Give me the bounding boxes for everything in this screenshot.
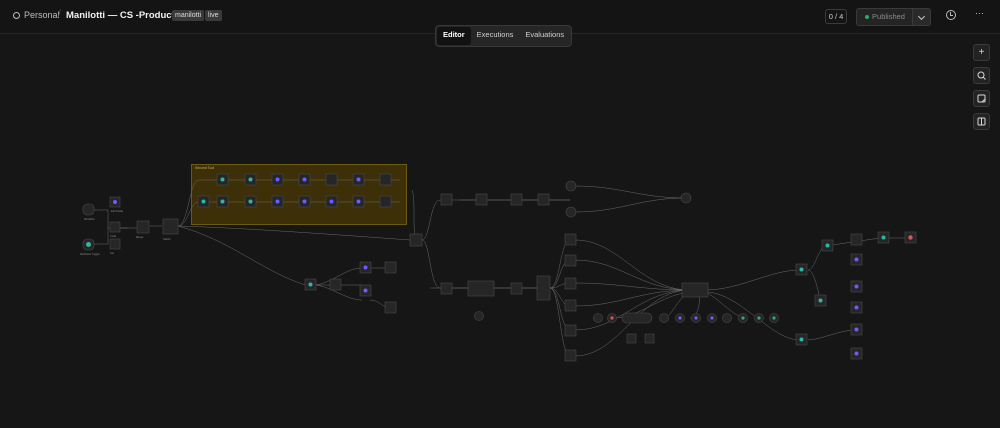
route-node-3[interactable] bbox=[564, 277, 577, 290]
tool-node-14[interactable] bbox=[352, 195, 365, 208]
set-node-c[interactable]: Set bbox=[109, 238, 121, 255]
memory-node-b[interactable] bbox=[626, 333, 637, 344]
model-node-b[interactable] bbox=[607, 313, 617, 323]
http-node-d[interactable] bbox=[877, 231, 890, 244]
http-node-c[interactable] bbox=[565, 206, 577, 218]
tool-node-15[interactable] bbox=[379, 195, 392, 208]
tool-node-20[interactable] bbox=[722, 313, 732, 323]
svg-text:Code: Code bbox=[110, 234, 117, 238]
code-node-j[interactable] bbox=[814, 294, 827, 307]
route-node-4[interactable] bbox=[564, 299, 577, 312]
tool-node-3[interactable] bbox=[271, 173, 284, 186]
nodes[interactable]: Workflow Webhook Trigger Edit Fields Cod… bbox=[80, 173, 917, 362]
tool-node-21[interactable] bbox=[738, 313, 748, 323]
merge-node-b[interactable] bbox=[409, 233, 423, 247]
code-node-d[interactable] bbox=[475, 193, 488, 206]
code-node-a[interactable] bbox=[304, 278, 317, 291]
code-node-g[interactable] bbox=[440, 282, 453, 295]
http-node-b[interactable] bbox=[565, 180, 577, 192]
tool-node-18[interactable] bbox=[691, 313, 701, 323]
agent-node-d[interactable] bbox=[850, 253, 863, 266]
svg-text:Edit Fields: Edit Fields bbox=[111, 209, 124, 213]
tool-node-23[interactable] bbox=[769, 313, 779, 323]
memory-node[interactable] bbox=[474, 311, 484, 321]
set-node-a[interactable]: Edit Fields bbox=[109, 196, 124, 213]
svg-text:Workflow: Workflow bbox=[84, 217, 95, 221]
filter-node[interactable] bbox=[384, 261, 397, 274]
tool-node-5[interactable] bbox=[325, 173, 338, 186]
agent-node-h[interactable] bbox=[850, 347, 863, 360]
tool-node-17[interactable] bbox=[675, 313, 685, 323]
tool-node-1[interactable] bbox=[216, 173, 229, 186]
tool-node-11[interactable] bbox=[271, 195, 284, 208]
http-node-a[interactable] bbox=[440, 193, 453, 206]
route-node-2[interactable] bbox=[564, 254, 577, 267]
agent-node-b[interactable] bbox=[359, 284, 372, 297]
code-node-e[interactable] bbox=[510, 193, 523, 206]
workflow-canvas[interactable]: Workflow Webhook Trigger Edit Fields Cod… bbox=[0, 0, 1000, 428]
switch-node-a[interactable]: Switch bbox=[162, 218, 179, 241]
svg-text:Switch: Switch bbox=[163, 237, 171, 241]
if-node-b[interactable] bbox=[795, 333, 808, 346]
route-node-6[interactable] bbox=[564, 349, 577, 362]
agent-node-g[interactable] bbox=[850, 323, 863, 336]
code-node-c[interactable] bbox=[384, 301, 397, 314]
agent-node-c[interactable] bbox=[850, 233, 863, 246]
code-node-h[interactable] bbox=[510, 282, 523, 295]
webhook-trigger-node[interactable]: Webhook Trigger bbox=[80, 238, 100, 256]
agent-node-f[interactable] bbox=[850, 301, 863, 314]
tool-node-19[interactable] bbox=[707, 313, 717, 323]
model-node-a[interactable] bbox=[593, 313, 603, 323]
route-node-5[interactable] bbox=[564, 324, 577, 337]
merge-node-a[interactable]: Merge bbox=[136, 220, 150, 239]
tool-pill-node[interactable] bbox=[621, 312, 653, 324]
switch-node-b[interactable] bbox=[536, 275, 551, 301]
code-node-i[interactable] bbox=[821, 239, 834, 252]
route-node-1[interactable] bbox=[564, 233, 577, 246]
svg-text:Merge: Merge bbox=[136, 235, 144, 239]
code-node-f[interactable] bbox=[537, 193, 550, 206]
if-node-a[interactable] bbox=[795, 263, 808, 276]
tool-node-2[interactable] bbox=[244, 173, 257, 186]
error-node[interactable] bbox=[904, 231, 917, 244]
agent-node-e[interactable] bbox=[850, 280, 863, 293]
tool-node-13[interactable] bbox=[325, 195, 338, 208]
ai-agent-node-b[interactable] bbox=[681, 282, 709, 298]
respond-node-a[interactable] bbox=[680, 192, 692, 204]
tool-node-16[interactable] bbox=[659, 313, 669, 323]
agent-node-a[interactable] bbox=[359, 261, 372, 274]
memory-node-c[interactable] bbox=[644, 333, 655, 344]
tool-node-7[interactable] bbox=[379, 173, 392, 186]
code-node-b[interactable] bbox=[329, 278, 342, 291]
tool-node-12[interactable] bbox=[298, 195, 311, 208]
tool-node-4[interactable] bbox=[298, 173, 311, 186]
svg-text:Set: Set bbox=[110, 251, 114, 255]
tool-node-22[interactable] bbox=[754, 313, 764, 323]
tool-node-6[interactable] bbox=[352, 173, 365, 186]
connections bbox=[93, 179, 910, 357]
tool-node-8[interactable] bbox=[197, 195, 210, 208]
manual-trigger-node[interactable]: Workflow bbox=[82, 203, 95, 221]
svg-text:Webhook Trigger: Webhook Trigger bbox=[80, 252, 100, 256]
ai-agent-node-a[interactable] bbox=[467, 280, 495, 297]
tool-node-10[interactable] bbox=[244, 195, 257, 208]
set-node-b[interactable]: Code bbox=[109, 221, 121, 238]
tool-node-9[interactable] bbox=[216, 195, 229, 208]
